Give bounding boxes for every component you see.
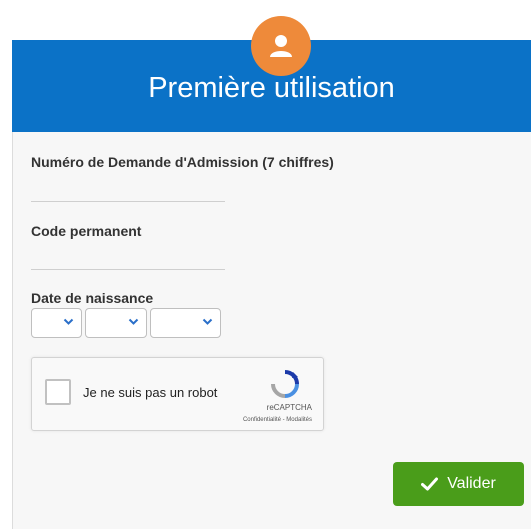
chevron-down-icon (128, 318, 139, 325)
page-title: Première utilisation (148, 72, 395, 104)
recaptcha-widget: Je ne suis pas un robot reCAPTCHA Confid… (31, 357, 324, 431)
birth-day-select[interactable] (31, 308, 82, 338)
recaptcha-links[interactable]: Confidentialité - Modalités (192, 417, 312, 423)
chevron-down-icon (63, 318, 74, 325)
recaptcha-icon (271, 370, 299, 398)
admission-number-input[interactable] (31, 176, 225, 200)
permanent-code-label: Code permanent (31, 223, 142, 239)
check-icon (421, 477, 439, 491)
recaptcha-checkbox[interactable] (45, 379, 71, 405)
birth-year-select[interactable] (150, 308, 221, 338)
admission-number-underline (31, 201, 225, 202)
recaptcha-brand: reCAPTCHA (266, 403, 312, 412)
submit-label: Valider (447, 475, 496, 492)
birth-date-label: Date de naissance (31, 290, 154, 306)
submit-button[interactable]: Valider (393, 462, 524, 506)
permanent-code-underline (31, 269, 225, 270)
chevron-down-icon (202, 318, 213, 325)
birth-month-select[interactable] (85, 308, 147, 338)
admission-number-label: Numéro de Demande d'Admission (7 chiffre… (31, 154, 334, 170)
avatar (251, 16, 311, 76)
user-icon (270, 35, 292, 57)
recaptcha-label: Je ne suis pas un robot (83, 385, 218, 400)
permanent-code-input[interactable] (31, 244, 225, 268)
